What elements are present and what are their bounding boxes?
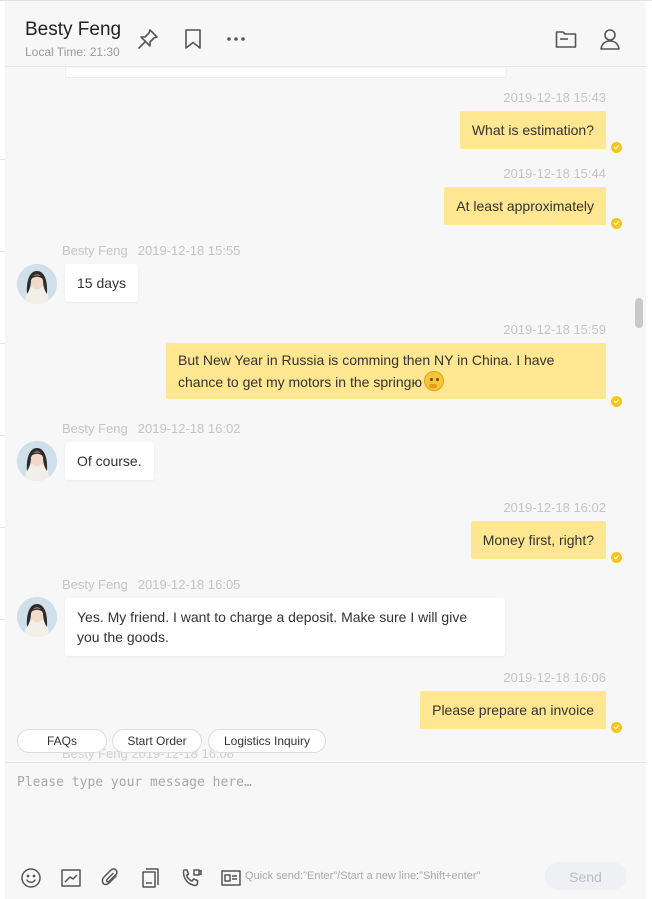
outgoing-message: What is estimation?	[459, 111, 606, 149]
message-text: But New Year in Russia is comming then N…	[178, 352, 555, 390]
outgoing-message: Money first, right?	[470, 521, 606, 559]
message-sender-line: Besty Feng 2019-12-18 15:55	[62, 243, 240, 258]
message-sender-line: Besty Feng 2019-12-18 16:05	[62, 577, 240, 592]
read-check-icon	[611, 552, 622, 563]
read-check-icon	[611, 396, 622, 407]
read-check-icon	[611, 218, 622, 229]
message-timestamp: 2019-12-18 16:05	[137, 577, 241, 592]
sender-name: Besty Feng	[62, 577, 128, 592]
message-timestamp: 2019-12-18 15:44	[503, 166, 606, 181]
message-sender-line: Besty Feng 2019-12-18 16:02	[62, 421, 240, 436]
quick-send-hint: Quick send:"Enter"/Start a new line:"Shi…	[245, 870, 481, 882]
message-timestamp: 2019-12-18 16:06	[503, 670, 606, 685]
chat-header: Besty Feng Local Time: 21:30	[5, 1, 646, 67]
message-timestamp: 2019-12-18 15:43	[503, 90, 606, 105]
chip-faqs[interactable]: FAQs	[17, 729, 107, 753]
avatar[interactable]	[17, 264, 57, 304]
send-button[interactable]: Send	[545, 862, 626, 890]
chip-logistics-inquiry[interactable]: Logistics Inquiry	[208, 729, 326, 753]
chat-window: Besty Feng Local Time: 21:30 2019-12-18 …	[0, 0, 652, 899]
contact-name: Besty Feng	[25, 19, 122, 40]
emoji-icon[interactable]	[20, 867, 42, 889]
sender-name: Besty Feng	[62, 421, 128, 436]
composer: Quick send:"Enter"/Start a new line:"Shi…	[5, 762, 646, 899]
profile-icon[interactable]	[598, 27, 622, 51]
outgoing-message: At least approximately	[444, 187, 606, 225]
incoming-message: 15 days	[65, 264, 139, 302]
more-icon[interactable]	[224, 27, 248, 51]
call-icon[interactable]	[180, 867, 202, 889]
message-timestamp: 2019-12-18 15:55	[137, 243, 241, 258]
message-timestamp: 2019-12-18 15:59	[503, 322, 606, 337]
right-panel-edge	[646, 1, 652, 899]
read-check-icon	[611, 142, 622, 153]
sender-name: Besty Feng	[62, 243, 128, 258]
folder-icon[interactable]	[554, 27, 578, 51]
scrollbar-thumb[interactable]	[635, 298, 643, 328]
pin-icon[interactable]	[136, 27, 160, 51]
message-timestamp: 2019-12-18 16:02	[137, 421, 241, 436]
outgoing-message: Please prepare an invoice	[420, 691, 606, 729]
product-card-icon[interactable]	[140, 867, 162, 889]
thinking-face-emoji	[423, 371, 444, 391]
screenshot-icon[interactable]	[60, 867, 82, 889]
avatar[interactable]	[17, 441, 57, 481]
business-card-icon[interactable]	[220, 867, 242, 889]
message-input[interactable]	[15, 773, 619, 847]
bookmark-icon[interactable]	[181, 27, 205, 51]
previous-message-bubble	[65, 68, 507, 78]
outgoing-message: But New Year in Russia is comming then N…	[166, 343, 606, 399]
read-check-icon	[611, 722, 622, 733]
local-time: Local Time: 21:30	[25, 45, 120, 59]
chip-start-order[interactable]: Start Order	[112, 729, 202, 753]
attachment-icon[interactable]	[100, 867, 122, 889]
incoming-message: Of course.	[65, 442, 154, 480]
avatar[interactable]	[17, 597, 57, 637]
message-list[interactable]: 2019-12-18 15:43 What is estimation? 201…	[5, 68, 646, 762]
incoming-message: Yes. My friend. I want to charge a depos…	[65, 598, 505, 656]
message-timestamp: 2019-12-18 16:02	[503, 500, 606, 515]
